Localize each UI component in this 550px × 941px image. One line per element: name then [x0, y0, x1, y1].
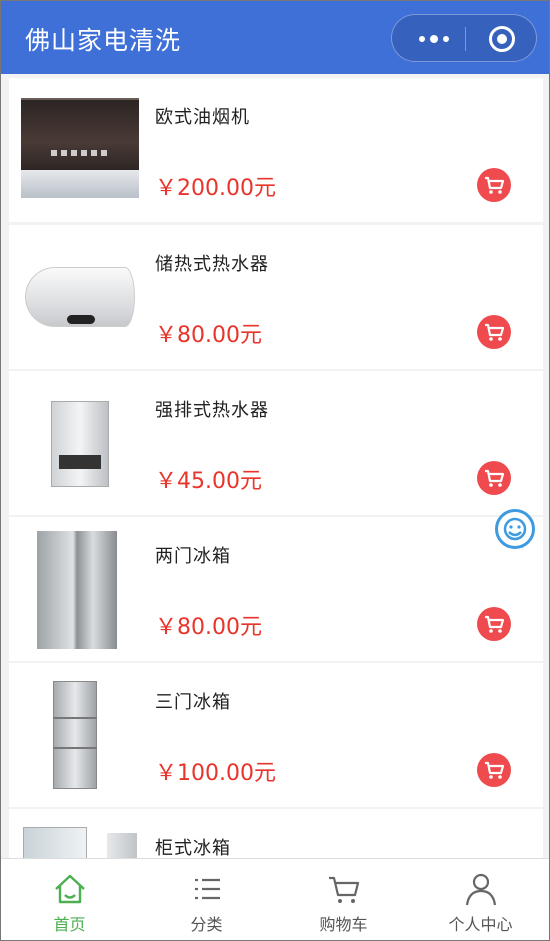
three-door-fridge-image — [21, 681, 139, 789]
tab-label: 分类 — [190, 915, 223, 934]
product-card[interactable]: 强排式热水器 ￥45.00元 — [9, 371, 543, 515]
cart-icon — [328, 876, 359, 903]
add-to-cart-button[interactable] — [477, 168, 511, 202]
more-menu-button[interactable] — [408, 27, 460, 51]
gas-water-heater-image — [21, 391, 139, 497]
water-heater-image — [21, 245, 139, 351]
add-to-cart-button[interactable] — [477, 753, 511, 787]
cart-icon — [485, 761, 505, 779]
add-to-cart-button[interactable] — [477, 607, 511, 641]
product-name: 两门冰箱 — [155, 546, 231, 567]
product-card[interactable]: 两门冰箱 ￥80.00元 — [9, 517, 543, 661]
cart-icon — [485, 176, 505, 194]
tab-home[interactable]: 首页 — [1, 859, 138, 940]
home-icon — [54, 874, 85, 904]
product-price: ￥80.00元 — [155, 615, 262, 640]
customer-service-icon — [503, 517, 527, 541]
close-miniprogram-button[interactable] — [489, 26, 515, 52]
product-name: 三门冰箱 — [155, 692, 231, 713]
tab-cart[interactable]: 购物车 — [275, 859, 412, 940]
cart-icon — [485, 615, 505, 633]
product-name: 柜式冰箱 — [155, 838, 231, 858]
add-to-cart-button[interactable] — [477, 315, 511, 349]
product-name: 强排式热水器 — [155, 400, 269, 421]
two-door-fridge-image — [21, 531, 139, 649]
tab-label: 首页 — [53, 915, 86, 934]
list-icon — [194, 878, 220, 900]
product-name: 储热式热水器 — [155, 254, 269, 275]
customer-service-button[interactable] — [495, 509, 535, 549]
tab-category[interactable]: 分类 — [138, 859, 275, 940]
user-icon — [465, 873, 496, 906]
range-hood-image — [21, 98, 139, 204]
product-price: ￥200.00元 — [155, 176, 276, 201]
product-price: ￥80.00元 — [155, 323, 262, 348]
mini-program-capsule — [391, 14, 537, 62]
product-list: 欧式油烟机 ￥200.00元 储热式热水器 ￥80.00元 强排式热水器 ￥45… — [1, 74, 549, 858]
cart-icon — [485, 469, 505, 487]
cabinet-fridge-image — [21, 827, 139, 858]
page-title: 佛山家电清洗 — [25, 26, 182, 55]
cart-icon — [485, 323, 505, 341]
nav-bar: 佛山家电清洗 — [1, 1, 549, 74]
product-card[interactable]: 储热式热水器 ￥80.00元 — [9, 225, 543, 369]
bottom-tab-bar: 首页 分类 购物车 个人中心 — [1, 858, 549, 940]
add-to-cart-button[interactable] — [477, 461, 511, 495]
tab-label: 购物车 — [319, 915, 368, 934]
product-price: ￥100.00元 — [155, 761, 276, 786]
product-card[interactable]: 欧式油烟机 ￥200.00元 — [9, 78, 543, 222]
capsule-divider — [465, 27, 466, 51]
tab-profile[interactable]: 个人中心 — [412, 859, 549, 940]
product-card[interactable]: 三门冰箱 ￥100.00元 — [9, 663, 543, 807]
product-price: ￥45.00元 — [155, 469, 262, 494]
tab-label: 个人中心 — [448, 915, 513, 934]
product-name: 欧式油烟机 — [155, 107, 250, 128]
product-card[interactable]: 柜式冰箱 — [9, 809, 543, 858]
